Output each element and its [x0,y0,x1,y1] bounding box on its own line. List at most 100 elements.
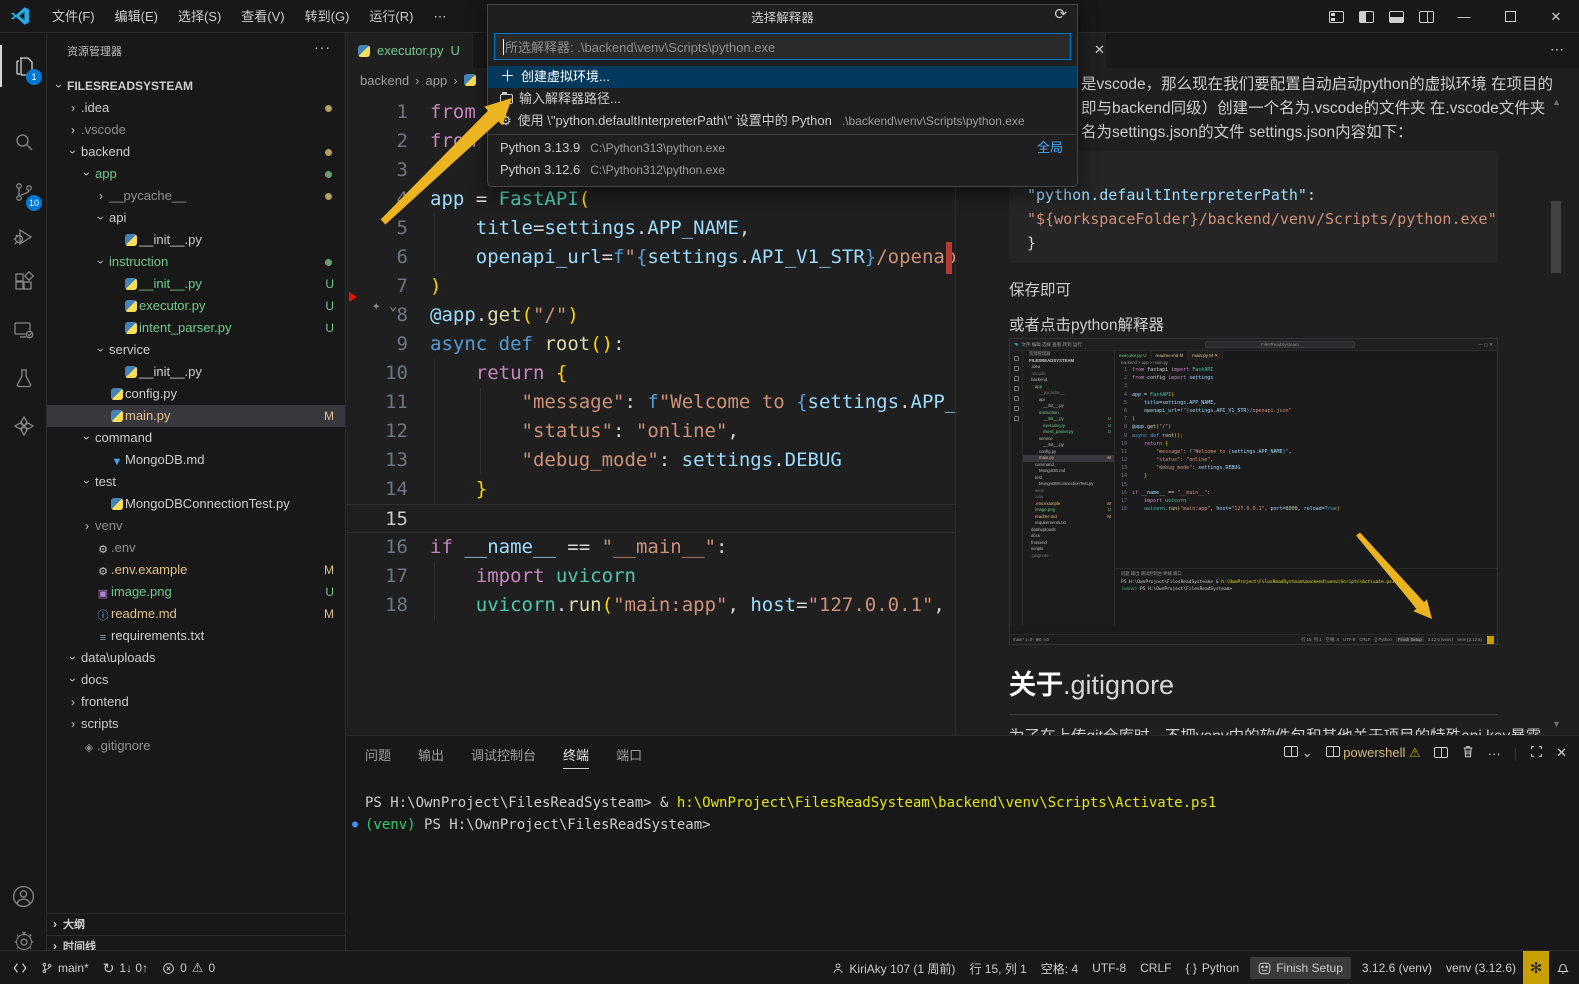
maximize-panel-icon[interactable] [1530,745,1543,761]
status-item[interactable]: ✻ [1523,951,1549,984]
kill-terminal-icon[interactable] [1461,744,1475,762]
new-terminal-icon[interactable]: ⌄ [1284,745,1313,761]
account-icon[interactable] [0,875,47,917]
outline-section[interactable]: ›大纲 [47,913,346,935]
tree-item--init-.py[interactable]: __init__.pyU [47,273,346,295]
tree-item-api[interactable]: ›api [47,207,346,229]
preview-scrollbar[interactable] [1551,201,1561,273]
remote-explorer-icon[interactable] [0,309,47,351]
code-line-13[interactable]: 13 "debug_mode": settings.DEBUG [346,446,955,475]
menu-item[interactable]: 运行(R) [359,0,423,33]
tree-item-main.py[interactable]: main.pyM [47,405,346,427]
toggle-secondary-sidebar-icon[interactable] [1411,0,1441,33]
panel-tab-1[interactable]: 输出 [418,745,444,769]
tree-item-app[interactable]: ›app [47,163,346,185]
quick-pick-item[interactable]: ＋创建虚拟环境... [488,66,1077,88]
refresh-icon[interactable]: ⟳ [1054,5,1067,23]
menu-item[interactable]: 编辑(E) [105,0,168,33]
menu-item[interactable]: 选择(S) [168,0,231,33]
scroll-down-icon[interactable]: ▼ [1552,719,1561,729]
quick-pick-item[interactable]: Python 3.12.6C:\Python312\python.exe [488,159,1077,181]
code-line-10[interactable]: 10 return { [346,359,955,388]
toggle-sidebar-icon[interactable] [1351,0,1381,33]
status-item-3-12-6-venv-[interactable]: 3.12.6 (venv) [1355,951,1439,984]
status-item-utf-8[interactable]: UTF-8 [1085,951,1133,984]
status-item-crlf[interactable]: CRLF [1133,951,1178,984]
status-item-venv-3-12-6-[interactable]: venv (3.12.6) [1439,951,1523,984]
tree-item-test[interactable]: ›test [47,471,346,493]
quick-pick-input[interactable]: 所选解释器: .\backend\venv\Scripts\python.exe [494,33,1071,60]
status-item-python[interactable]: { }Python [1178,951,1246,984]
search-icon[interactable] [0,121,47,163]
code-line-12[interactable]: 12 "status": "online", [346,417,955,446]
tree-item-backend[interactable]: ›backend [47,141,346,163]
tree-item-service[interactable]: ›service [47,339,346,361]
tree-item-readme.md[interactable]: ⓘreadme.mdM [47,603,346,625]
status-item-0[interactable]: 0⚠0 [155,951,222,984]
tree-item-executor.py[interactable]: executor.pyU [47,295,346,317]
panel-tab-0[interactable]: 问题 [365,745,391,769]
quick-pick-item[interactable]: ⚙使用 \"python.defaultInterpreterPath\" 设置… [488,110,1077,132]
tree-item--pycache-[interactable]: ›__pycache__ [47,185,346,207]
code-line-8[interactable]: 8@app.get("/") [346,301,955,330]
panel-tab-4[interactable]: 端口 [616,745,642,769]
status-item-main-[interactable]: main* [34,951,96,984]
tree-item-.env.example[interactable]: ⚙.env.exampleM [47,559,346,581]
quick-pick-item[interactable]: 输入解释器路径... [488,88,1077,110]
code-editor[interactable]: 1from fastapi import FastAPI2from config… [346,92,955,735]
menu-item[interactable]: ⋯ [423,0,456,33]
panel-more-icon[interactable]: ··· [1488,746,1501,761]
close-panel-icon[interactable]: ✕ [1556,745,1567,761]
tree-item--init-.py[interactable]: __init__.py [47,229,346,251]
panel-tab-2[interactable]: 调试控制台 [471,745,536,769]
menu-item[interactable]: 转到(G) [295,0,360,33]
tree-item-.vscode[interactable]: ›.vscode [47,119,346,141]
editor-actions-icon[interactable]: ⋯ [1550,41,1565,58]
status-item[interactable] [1549,951,1577,984]
tree-item-config.py[interactable]: config.py [47,383,346,405]
customize-layout-icon[interactable] [1321,0,1351,33]
tree-root[interactable]: ›FILESREADSYSTEAM [47,75,346,97]
testing-icon[interactable] [0,357,47,399]
tree-item-MongoDB.md[interactable]: ▼MongoDB.md [47,449,346,471]
status-item-1-0-[interactable]: ↻1↓ 0↑ [96,951,155,984]
copilot-sparkle-icon[interactable]: ✦ ⌄ [372,298,397,314]
code-line-7[interactable]: 7) [346,272,955,301]
status-item-finish-setup[interactable]: Finish Setup [1250,957,1351,979]
tab-close-icon[interactable]: ✕ [1094,42,1105,58]
tree-item-frontend[interactable]: ›frontend [47,691,346,713]
source-control-icon[interactable]: 10 [0,171,47,213]
tree-item-intent-parser.py[interactable]: intent_parser.pyU [47,317,346,339]
code-line-9[interactable]: 9async def root(): [346,330,955,359]
code-line-15[interactable]: 15 [346,504,955,533]
tree-item-requirements.txt[interactable]: ≡requirements.txt [47,625,346,647]
tree-item-MongoDBConnectionTest.py[interactable]: MongoDBConnectionTest.py [47,493,346,515]
menu-item[interactable]: 查看(V) [231,0,294,33]
menu-item[interactable]: 文件(F) [42,0,105,33]
timeline-section[interactable]: ›时间线 [47,935,346,950]
code-line-14[interactable]: 14 } [346,475,955,504]
tree-item-instruction[interactable]: ›instruction [47,251,346,273]
global-link[interactable]: 全局 [1037,137,1063,159]
close-button[interactable]: ✕ [1533,0,1579,33]
status-item--4[interactable]: 空格: 4 [1034,951,1085,984]
status-item--15-1[interactable]: 行 15, 列 1 [962,951,1033,984]
tree-item-data-uploads[interactable]: ›data\uploads [47,647,346,669]
run-debug-icon[interactable] [0,216,47,258]
terminal-shell-item[interactable]: powershell ⚠ [1326,745,1421,761]
status-item-kiriaky-107-1-[interactable]: KiriAky 107 (1 周前) [825,951,962,984]
extensions-icon[interactable] [0,261,47,303]
code-line-16[interactable]: 16if __name__ == "__main__": [346,533,955,562]
tree-item-image.png[interactable]: ▣image.pngU [47,581,346,603]
status-item[interactable] [6,951,34,984]
split-terminal-icon[interactable] [1434,746,1448,761]
terminal-output[interactable]: ●PS H:\OwnProject\FilesReadSysteam> & h:… [365,792,1216,836]
code-line-4[interactable]: 4app = FastAPI( [346,185,955,214]
tree-item-docs[interactable]: ›docs [47,669,346,691]
extension-pinwheel-icon[interactable] [0,405,47,447]
tree-item-.gitignore[interactable]: ◈.gitignore [47,735,346,757]
tree-item-.env[interactable]: ⚙.env [47,537,346,559]
code-line-18[interactable]: 18 uvicorn.run("main:app", host="127.0.0… [346,591,955,620]
code-line-6[interactable]: 6 openapi_url=f"{settings.API_V1_STR}/op… [346,243,955,272]
tree-item-command[interactable]: ›command [47,427,346,449]
